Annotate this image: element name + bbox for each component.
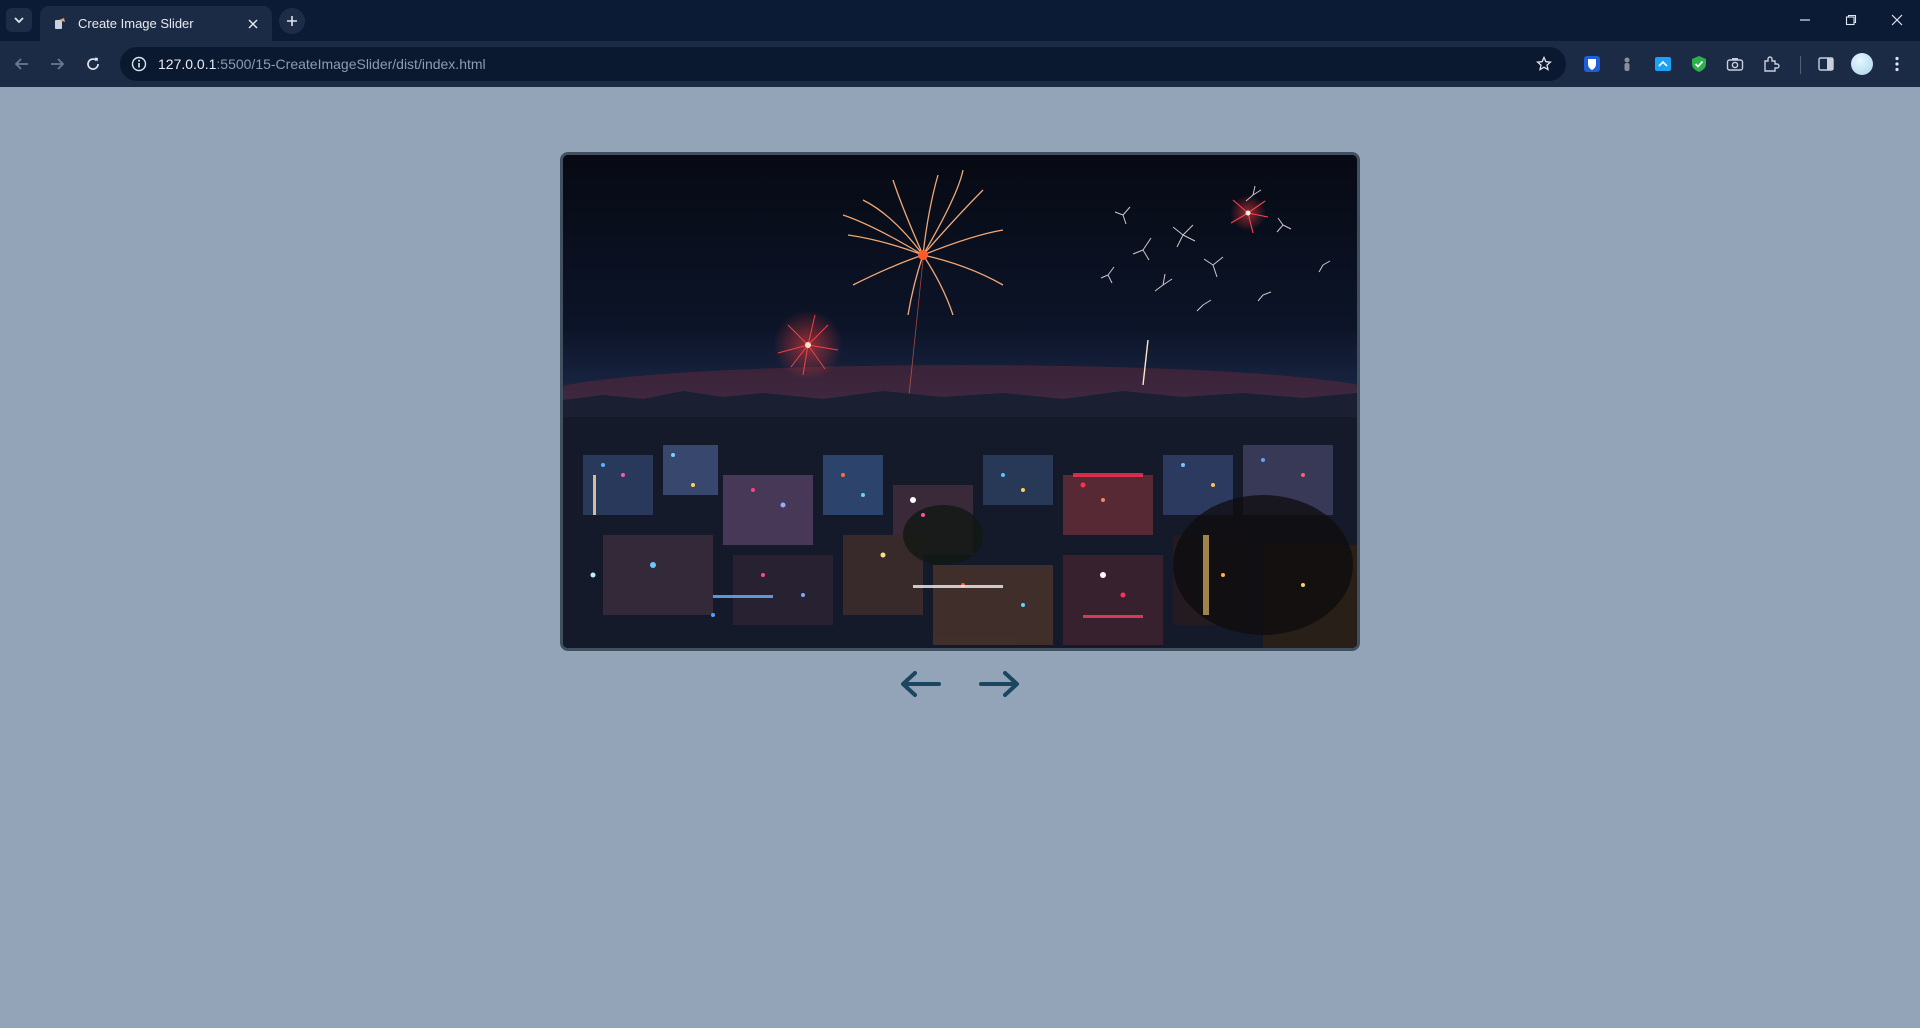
url-text: 127.0.0.1:5500/15-CreateImageSlider/dist… (158, 56, 486, 72)
new-tab-button[interactable] (279, 8, 305, 34)
side-panel-icon[interactable] (1815, 53, 1837, 75)
tab-active[interactable]: Create Image Slider (40, 6, 272, 41)
close-icon (1891, 14, 1903, 26)
arrow-forward-icon (51, 58, 65, 70)
tab-search-button[interactable] (6, 8, 32, 32)
bitwarden-extension-icon[interactable] (1581, 53, 1603, 75)
tab-close-button[interactable] (244, 15, 262, 33)
bookmark-star-icon[interactable] (1534, 54, 1554, 74)
plus-icon (287, 16, 297, 26)
slider-controls (895, 664, 1025, 704)
restore-icon (1845, 14, 1857, 26)
minimize-button[interactable] (1790, 6, 1820, 34)
image-slider (560, 152, 1360, 651)
back-button[interactable] (8, 50, 36, 78)
close-icon (248, 18, 258, 29)
arrow-back-icon (14, 58, 28, 70)
prev-slide-button[interactable] (895, 664, 947, 704)
url-host: 127.0.0.1 (158, 56, 217, 72)
kebab-menu-icon[interactable] (1886, 53, 1908, 75)
restore-button[interactable] (1836, 6, 1866, 34)
extension-share-icon[interactable] (1652, 53, 1674, 75)
reload-icon (87, 57, 99, 70)
site-info-icon[interactable] (130, 55, 148, 73)
extensions-puzzle-icon[interactable] (1760, 53, 1782, 75)
profile-avatar[interactable] (1851, 53, 1873, 75)
next-slide-button[interactable] (973, 664, 1025, 704)
slide-image (563, 155, 1357, 648)
address-bar[interactable]: 127.0.0.1:5500/15-CreateImageSlider/dist… (120, 47, 1566, 81)
arrow-right-icon (979, 671, 1019, 697)
forward-button[interactable] (43, 50, 71, 78)
shield-extension-icon[interactable] (1688, 53, 1710, 75)
close-window-button[interactable] (1882, 6, 1912, 34)
reload-button[interactable] (79, 50, 107, 78)
minimize-icon (1800, 19, 1810, 21)
camera-extension-icon[interactable] (1724, 53, 1746, 75)
arrow-left-icon (901, 671, 941, 697)
tab-title: Create Image Slider (78, 16, 194, 31)
browser-tab-strip: Create Image Slider (0, 0, 1920, 41)
chevron-down-icon (14, 17, 24, 24)
url-path: :5500/15-CreateImageSlider/dist/index.ht… (216, 56, 486, 72)
toolbar-separator (1800, 56, 1801, 74)
extension-figure-icon[interactable] (1616, 53, 1638, 75)
page-favicon-icon (52, 16, 68, 32)
browser-toolbar: 127.0.0.1:5500/15-CreateImageSlider/dist… (0, 41, 1920, 87)
